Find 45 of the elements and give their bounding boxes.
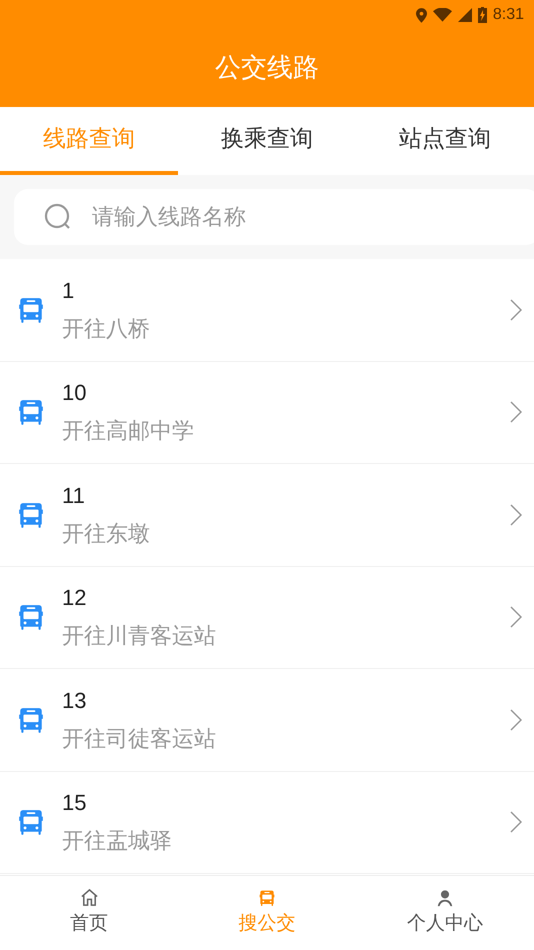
status-time: 8:31 — [492, 5, 524, 25]
bus-icon — [259, 888, 275, 907]
route-destination: 开往盂城驿 — [62, 828, 173, 856]
nav-item[interactable]: 个人中心 — [356, 876, 534, 950]
chevron-right-icon — [510, 504, 522, 526]
chevron-right-icon — [510, 606, 522, 628]
bus-icon — [18, 808, 44, 836]
route-item[interactable]: 13 开往司徒客运站 — [0, 669, 534, 772]
route-item[interactable]: 11 开往东墩 — [0, 464, 534, 566]
bus-icon — [18, 500, 44, 529]
route-number: 10 — [62, 379, 88, 408]
wifi-icon — [432, 8, 452, 22]
signal-icon — [458, 8, 472, 22]
route-number: 1 — [62, 276, 76, 305]
page-title: 公交线路 — [215, 52, 319, 85]
route-item[interactable]: 12 开往川青客运站 — [0, 566, 534, 669]
route-number: 13 — [62, 686, 88, 715]
chevron-right-icon — [510, 401, 522, 424]
search-field[interactable]: 请输入线路名称 — [14, 189, 534, 245]
chevron-right-icon — [510, 811, 522, 834]
bus-icon — [18, 296, 44, 324]
route-number: 12 — [62, 584, 88, 612]
route-destination: 开往高邮中学 — [62, 418, 195, 446]
chevron-right-icon — [510, 708, 522, 731]
battery-icon — [478, 7, 487, 23]
bus-icon — [18, 706, 44, 734]
tab[interactable]: 站点查询 — [356, 107, 534, 175]
route-number: 15 — [62, 789, 88, 818]
nav-item[interactable]: 首页 — [0, 876, 178, 950]
chevron-right-icon — [510, 298, 522, 321]
route-destination: 开往东墩 — [62, 520, 151, 549]
search-icon — [44, 203, 72, 231]
person-icon — [436, 888, 454, 907]
route-item[interactable]: 10 开往高邮中学 — [0, 362, 534, 464]
route-destination: 开往八桥 — [62, 316, 151, 344]
route-number: 11 — [62, 482, 86, 510]
tab[interactable]: 换乘查询 — [178, 107, 356, 175]
bus-icon — [18, 603, 44, 632]
route-destination: 开往川青客运站 — [62, 623, 217, 652]
location-icon — [416, 8, 427, 22]
bus-icon — [18, 398, 44, 426]
route-item[interactable]: 1 开往八桥 — [0, 259, 534, 362]
route-item[interactable]: 15 开往盂城驿 — [0, 772, 534, 874]
home-icon — [80, 888, 98, 908]
route-destination: 开往司徒客运站 — [62, 726, 217, 754]
